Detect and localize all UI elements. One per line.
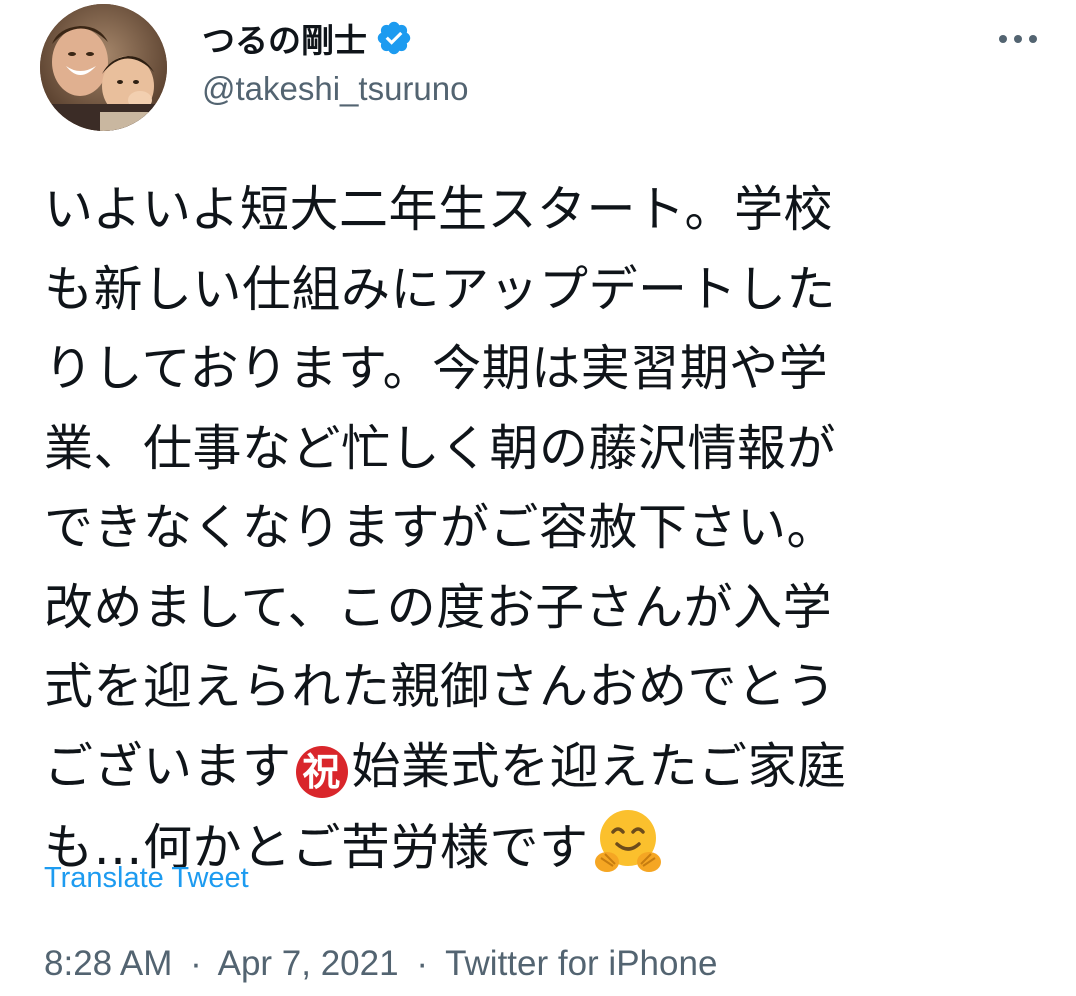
more-options-button[interactable]	[996, 24, 1040, 54]
avatar[interactable]	[40, 4, 167, 131]
tweet-line: できなくなりますがご容赦下さい。	[44, 499, 837, 556]
tweet-fragment: ございます	[44, 737, 292, 795]
tweet-header: つるの剛士 @takeshi_tsuruno	[40, 4, 1040, 134]
translate-tweet-link[interactable]: Translate Tweet	[44, 862, 249, 895]
tweet-source[interactable]: Twitter for iPhone	[445, 944, 717, 983]
avatar-photo-icon	[40, 4, 167, 131]
tweet-line: 式を迎えられた親御さんおめでとう	[44, 658, 837, 715]
verified-badge-icon	[377, 21, 411, 55]
tweet-line: も新しい仕組みにアップデートした	[44, 260, 837, 318]
meta-separator: ·	[190, 944, 202, 983]
tweet-line: ございます祝始業式を迎えたご家庭	[44, 727, 1044, 807]
tweet-text: いよいよ短大二年生スタート。学校 も新しい仕組みにアップデートした りしておりま…	[44, 170, 1044, 888]
tweet-fragment: 始業式を迎えたご家庭	[351, 737, 847, 795]
tweet-meta: 8:28 AM · Apr 7, 2021 · Twitter for iPho…	[44, 944, 717, 984]
tweet-date[interactable]: Apr 7, 2021	[218, 944, 399, 983]
more-options-icon	[999, 35, 1037, 43]
tweet-line: 業、仕事など忙しく朝の藤沢情報が	[44, 419, 837, 477]
tweet-line: りしております。今期は実習期や学	[44, 340, 829, 397]
hugging-face-emoji-icon	[593, 806, 663, 876]
celebrate-emoji-icon: 祝	[295, 745, 348, 798]
tweet-line: いよいよ短大二年生スタート。学校	[44, 181, 834, 238]
meta-separator: ·	[416, 944, 428, 983]
display-name[interactable]: つるの剛士	[202, 14, 367, 62]
user-handle[interactable]: @takeshi_tsuruno	[202, 70, 468, 108]
tweet-time[interactable]: 8:28 AM	[44, 944, 172, 983]
tweet-line: 改めまして、この度お子さんが入学	[44, 578, 833, 636]
name-row: つるの剛士	[202, 16, 413, 60]
